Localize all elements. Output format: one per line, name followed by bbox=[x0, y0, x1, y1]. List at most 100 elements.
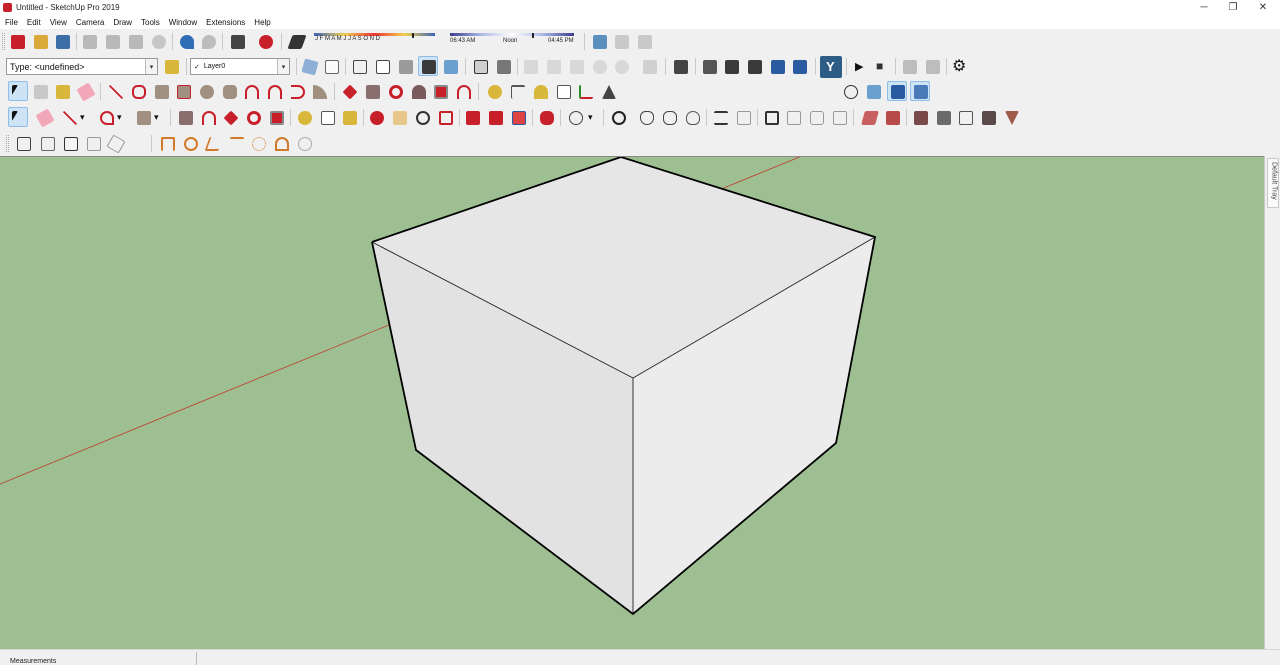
stamp-button[interactable] bbox=[934, 108, 954, 128]
shapes-tool-menu-button[interactable]: ▾ bbox=[152, 108, 164, 128]
layer-select[interactable]: ✓ Layer0 ▾ bbox=[190, 58, 290, 75]
menu-window[interactable]: Window bbox=[164, 18, 201, 27]
solid-outer-shell-button[interactable] bbox=[700, 57, 720, 77]
model-viewport[interactable] bbox=[0, 156, 1264, 649]
copy-button[interactable] bbox=[103, 32, 123, 52]
sandbox-from-scratch-button[interactable] bbox=[883, 108, 903, 128]
menu-tools[interactable]: Tools bbox=[136, 18, 164, 27]
arc-tool-button[interactable] bbox=[242, 82, 262, 102]
hatch-button[interactable] bbox=[106, 134, 126, 154]
angle-guide-button[interactable] bbox=[204, 134, 224, 154]
stop-animation-button[interactable]: ■ bbox=[872, 57, 892, 77]
scene-add-button[interactable] bbox=[900, 57, 920, 77]
top-view-button[interactable] bbox=[544, 57, 564, 77]
account-menu-button[interactable]: ▾ bbox=[586, 108, 598, 128]
menu-file[interactable]: File bbox=[0, 18, 22, 27]
circle-tool-button[interactable] bbox=[197, 82, 217, 102]
lock-button[interactable] bbox=[830, 108, 850, 128]
pan-tool-button[interactable] bbox=[390, 108, 410, 128]
pie-tool-button[interactable] bbox=[310, 82, 330, 102]
two-point-arc-button[interactable] bbox=[265, 82, 285, 102]
wireframe-style-button[interactable] bbox=[350, 57, 370, 77]
follow-me-tool-button[interactable] bbox=[409, 82, 429, 102]
save-button[interactable] bbox=[53, 32, 73, 52]
tape-measure-tool-button[interactable] bbox=[485, 82, 505, 102]
freehand-tool-button[interactable] bbox=[129, 82, 149, 102]
add-location-button[interactable] bbox=[635, 32, 655, 52]
close-button[interactable]: ✕ bbox=[1247, 0, 1279, 15]
geo-location-button[interactable] bbox=[590, 32, 610, 52]
right-view-button[interactable] bbox=[590, 57, 610, 77]
extension-warehouse-button[interactable] bbox=[537, 108, 557, 128]
menu-extensions[interactable]: Extensions bbox=[201, 18, 249, 27]
line-tool-menu-button[interactable]: ▾ bbox=[78, 108, 90, 128]
drape-button[interactable] bbox=[956, 108, 976, 128]
menu-draw[interactable]: Draw bbox=[108, 18, 136, 27]
select-tool-button-large[interactable] bbox=[8, 107, 28, 127]
scale-tool-button[interactable] bbox=[431, 82, 451, 102]
3d-warehouse-button[interactable] bbox=[463, 108, 483, 128]
open-file-button[interactable] bbox=[31, 32, 51, 52]
cloud-button[interactable] bbox=[683, 108, 703, 128]
rectangle-tool-button[interactable] bbox=[152, 82, 172, 102]
section-planes-button[interactable] bbox=[471, 57, 491, 77]
menu-edit[interactable]: Edit bbox=[22, 18, 45, 27]
text-tool-button[interactable] bbox=[554, 82, 574, 102]
paint-large-button[interactable] bbox=[340, 108, 360, 128]
text-large-button[interactable] bbox=[318, 108, 338, 128]
teapot-hand-button[interactable] bbox=[660, 108, 680, 128]
time-marker[interactable] bbox=[532, 33, 534, 38]
menu-view[interactable]: View bbox=[45, 18, 71, 27]
share-model-button[interactable] bbox=[509, 108, 529, 128]
left-view-button[interactable] bbox=[640, 57, 660, 77]
window-2-button[interactable] bbox=[784, 108, 804, 128]
trimble-connect-button[interactable] bbox=[609, 108, 629, 128]
minimize-button[interactable]: ─ bbox=[1188, 0, 1220, 15]
offset-large-button[interactable] bbox=[199, 108, 219, 128]
styles-button[interactable]: Y bbox=[820, 56, 842, 78]
share-component-button[interactable] bbox=[486, 108, 506, 128]
viewport-canvas[interactable] bbox=[0, 157, 1264, 649]
dimension-tool-button[interactable] bbox=[508, 82, 528, 102]
tape-measure-large-button[interactable] bbox=[295, 108, 315, 128]
paint-bucket-button[interactable] bbox=[162, 57, 182, 77]
push-pull-large-button[interactable] bbox=[176, 108, 196, 128]
arc-tool-large-button[interactable] bbox=[97, 108, 117, 128]
arc-tool-menu-button[interactable]: ▾ bbox=[115, 108, 127, 128]
print-button[interactable] bbox=[228, 32, 248, 52]
solid-subtract-button[interactable] bbox=[768, 57, 788, 77]
erase-button[interactable] bbox=[149, 32, 169, 52]
layout-send-button[interactable] bbox=[711, 108, 731, 128]
walk-tool-button[interactable] bbox=[864, 82, 884, 102]
open-box-button[interactable] bbox=[38, 134, 58, 154]
teapot-button[interactable] bbox=[637, 108, 657, 128]
back-edges-button[interactable] bbox=[322, 57, 342, 77]
new-file-button[interactable] bbox=[8, 32, 28, 52]
toolbar-grip[interactable] bbox=[6, 135, 9, 152]
rotated-rectangle-tool-button[interactable] bbox=[174, 82, 194, 102]
dome-tool-button[interactable] bbox=[272, 134, 292, 154]
add-detail-button[interactable] bbox=[979, 108, 999, 128]
monochrome-style-button[interactable] bbox=[441, 57, 461, 77]
hidden-line-style-button[interactable] bbox=[373, 57, 393, 77]
iso-view-button[interactable] bbox=[521, 57, 541, 77]
shadows-toggle-button[interactable] bbox=[287, 32, 307, 52]
solid-trim-button[interactable] bbox=[790, 57, 810, 77]
3d-text-tool-button[interactable] bbox=[599, 82, 619, 102]
spark-tool-button[interactable] bbox=[249, 134, 269, 154]
line-tool-large-button[interactable] bbox=[60, 108, 80, 128]
sphere-tool-button[interactable] bbox=[295, 134, 315, 154]
protractor-tool-button[interactable] bbox=[531, 82, 551, 102]
rotate-tool-button[interactable] bbox=[386, 82, 406, 102]
photo-textures-button[interactable] bbox=[612, 32, 632, 52]
toolbar-grip[interactable] bbox=[2, 33, 5, 50]
orbit-tool-button[interactable] bbox=[367, 108, 387, 128]
smoove-button[interactable] bbox=[911, 108, 931, 128]
menu-camera[interactable]: Camera bbox=[71, 18, 108, 27]
section-plane-tool-button[interactable] bbox=[910, 81, 930, 101]
back-view-button[interactable] bbox=[612, 57, 632, 77]
circle-guide-button[interactable] bbox=[181, 134, 201, 154]
sandbox-from-contours-button[interactable] bbox=[860, 108, 880, 128]
cube-button[interactable] bbox=[61, 134, 81, 154]
window-3-button[interactable] bbox=[807, 108, 827, 128]
